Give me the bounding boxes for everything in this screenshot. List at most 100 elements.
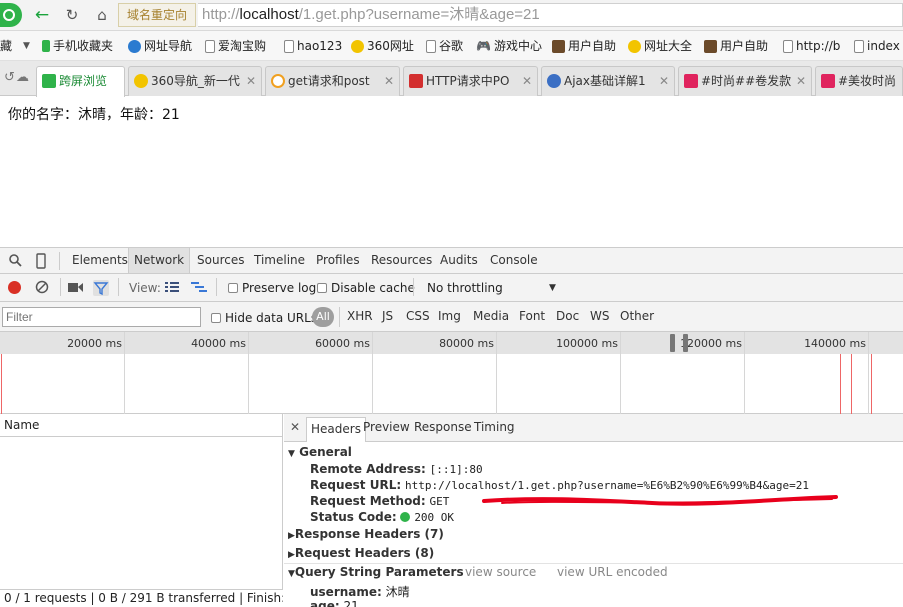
site-icon bbox=[704, 39, 717, 53]
tab-360-nav[interactable]: 360导航_新一代 ✕ bbox=[128, 66, 262, 96]
device-mode-icon[interactable] bbox=[33, 253, 49, 269]
tab-profiles[interactable]: Profiles bbox=[311, 248, 365, 273]
close-icon[interactable]: ✕ bbox=[246, 67, 256, 95]
disable-cache-checkbox[interactable]: Disable cache bbox=[317, 280, 415, 296]
filter-type-doc[interactable]: Doc bbox=[556, 309, 579, 323]
bookmark-item[interactable]: 🎮 游戏中心 bbox=[476, 38, 542, 54]
domain-redirect-button[interactable]: 域名重定向 bbox=[118, 3, 196, 27]
cloud-icon[interactable]: ☁ bbox=[16, 70, 32, 85]
grid-line bbox=[248, 332, 249, 414]
tick-label: 140000 ms bbox=[804, 337, 866, 350]
url-input[interactable]: http://localhost/1.get.php?username=沐晴&a… bbox=[198, 3, 903, 27]
page-icon bbox=[783, 39, 793, 53]
divider bbox=[339, 307, 340, 327]
tab-timeline[interactable]: Timeline bbox=[249, 248, 310, 273]
grid-line bbox=[744, 332, 745, 414]
filter-type-js[interactable]: JS bbox=[382, 309, 393, 323]
filter-type-css[interactable]: CSS bbox=[406, 309, 430, 323]
close-icon[interactable]: ✕ bbox=[522, 67, 532, 95]
tab-elements[interactable]: Elements bbox=[67, 248, 133, 273]
close-icon[interactable]: ✕ bbox=[659, 67, 669, 95]
bookmark-item[interactable]: 网址导航 bbox=[128, 38, 192, 54]
response-headers-toggle[interactable]: ▶Response Headers (7) bbox=[288, 527, 444, 541]
bookmark-item[interactable]: hao123 bbox=[284, 38, 342, 54]
filter-type-all[interactable]: All bbox=[312, 307, 334, 327]
clear-icon[interactable] bbox=[35, 280, 49, 294]
bookmark-item[interactable]: http://b bbox=[783, 38, 840, 54]
overview-window-handle-right[interactable] bbox=[683, 334, 688, 352]
capture-screenshots-icon[interactable] bbox=[68, 282, 84, 293]
tick-label: 100000 ms bbox=[556, 337, 618, 350]
tab-timing[interactable]: Timing bbox=[474, 420, 515, 434]
phone-icon bbox=[42, 40, 50, 52]
request-list[interactable]: Name bbox=[0, 414, 283, 589]
filter-type-media[interactable]: Media bbox=[473, 309, 509, 323]
large-rows-icon[interactable] bbox=[165, 281, 179, 293]
filter-input[interactable] bbox=[2, 307, 201, 327]
dropdown-arrow-icon: ▼ bbox=[23, 41, 30, 51]
tab-response[interactable]: Response bbox=[414, 420, 472, 434]
throttling-select[interactable]: No throttling ▼ bbox=[427, 280, 556, 296]
tab-preview[interactable]: Preview bbox=[363, 420, 410, 434]
filter-type-ws[interactable]: WS bbox=[590, 309, 609, 323]
bookmark-item[interactable]: 用户自助 bbox=[552, 38, 616, 54]
collapsed-arrow-icon: ▶ bbox=[288, 531, 295, 541]
network-overview[interactable]: 20000 ms 40000 ms 60000 ms 80000 ms 1000… bbox=[0, 332, 903, 414]
home-icon[interactable]: ⌂ bbox=[90, 5, 114, 25]
tab-beauty[interactable]: #美妆时尚 bbox=[815, 66, 903, 96]
tab-ajax[interactable]: Ajax基础详解1 ✕ bbox=[541, 66, 675, 96]
divider bbox=[59, 252, 60, 270]
overview-icon[interactable] bbox=[191, 281, 207, 293]
bookmark-item[interactable]: 360网址 bbox=[351, 38, 414, 54]
general-section-toggle[interactable]: ▼ General bbox=[288, 445, 352, 459]
bookmark-favorites[interactable]: 藏 ▼ bbox=[0, 38, 30, 54]
network-summary: 0 / 1 requests | 0 B / 291 B transferred… bbox=[0, 589, 283, 607]
tab-http-post[interactable]: HTTP请求中PO ✕ bbox=[403, 66, 538, 96]
close-details-icon[interactable]: ✕ bbox=[290, 420, 300, 434]
tab-cross-screen[interactable]: 跨屏浏览 bbox=[36, 66, 125, 97]
filter-type-font[interactable]: Font bbox=[519, 309, 545, 323]
tab-get-post[interactable]: get请求和post ✕ bbox=[265, 66, 400, 96]
back-icon[interactable]: ← bbox=[30, 5, 54, 25]
filter-icon[interactable] bbox=[93, 280, 109, 296]
bookmark-item[interactable]: 手机收藏夹 bbox=[42, 38, 113, 54]
view-source-link[interactable]: view source bbox=[465, 565, 536, 579]
close-icon[interactable]: ✕ bbox=[384, 67, 394, 95]
request-details: ✕ Headers Preview Response Timing ▼ Gene… bbox=[284, 414, 903, 607]
tab-audits[interactable]: Audits bbox=[435, 248, 483, 273]
site-icon bbox=[684, 74, 698, 88]
tick-label: 20000 ms bbox=[67, 337, 122, 350]
site-icon bbox=[409, 74, 423, 88]
divider bbox=[118, 278, 119, 296]
grid-line bbox=[496, 332, 497, 414]
close-icon[interactable]: ✕ bbox=[796, 67, 806, 95]
preserve-log-checkbox[interactable]: Preserve log bbox=[228, 280, 316, 296]
query-string-toggle[interactable]: ▼Query String Parameters bbox=[288, 565, 464, 579]
bookmark-item[interactable]: index bbox=[854, 38, 900, 54]
tab-resources[interactable]: Resources bbox=[366, 248, 437, 273]
tab-sources[interactable]: Sources bbox=[192, 248, 249, 273]
collapsed-arrow-icon: ▶ bbox=[288, 550, 295, 560]
bookmark-item[interactable]: 爱淘宝购 bbox=[205, 38, 266, 54]
bookmark-item[interactable]: 用户自助 bbox=[704, 38, 768, 54]
hide-data-urls-checkbox[interactable]: Hide data URLs bbox=[211, 310, 317, 326]
filter-type-other[interactable]: Other bbox=[620, 309, 654, 323]
overview-window-handle-left[interactable] bbox=[670, 334, 675, 352]
tab-console[interactable]: Console bbox=[485, 248, 543, 273]
bookmark-item[interactable]: 网址大全 bbox=[628, 38, 692, 54]
view-url-encoded-link[interactable]: view URL encoded bbox=[557, 565, 668, 579]
tab-network[interactable]: Network bbox=[128, 248, 191, 273]
filter-type-xhr[interactable]: XHR bbox=[347, 309, 373, 323]
tab-fashion[interactable]: #时尚##卷发款 ✕ bbox=[678, 66, 812, 96]
request-headers-toggle[interactable]: ▶Request Headers (8) bbox=[288, 546, 434, 560]
url-host: localhost bbox=[239, 6, 299, 23]
filter-type-img[interactable]: Img bbox=[438, 309, 461, 323]
name-column-header[interactable]: Name bbox=[0, 414, 283, 437]
tab-headers[interactable]: Headers bbox=[306, 417, 366, 442]
reload-icon[interactable]: ↻ bbox=[60, 5, 84, 25]
red-underline-annotation bbox=[482, 495, 838, 506]
query-param-username: username: 沐晴 bbox=[310, 585, 410, 599]
inspect-icon[interactable] bbox=[7, 253, 23, 269]
bookmark-item[interactable]: 谷歌 bbox=[426, 38, 463, 54]
record-icon[interactable] bbox=[8, 281, 21, 294]
